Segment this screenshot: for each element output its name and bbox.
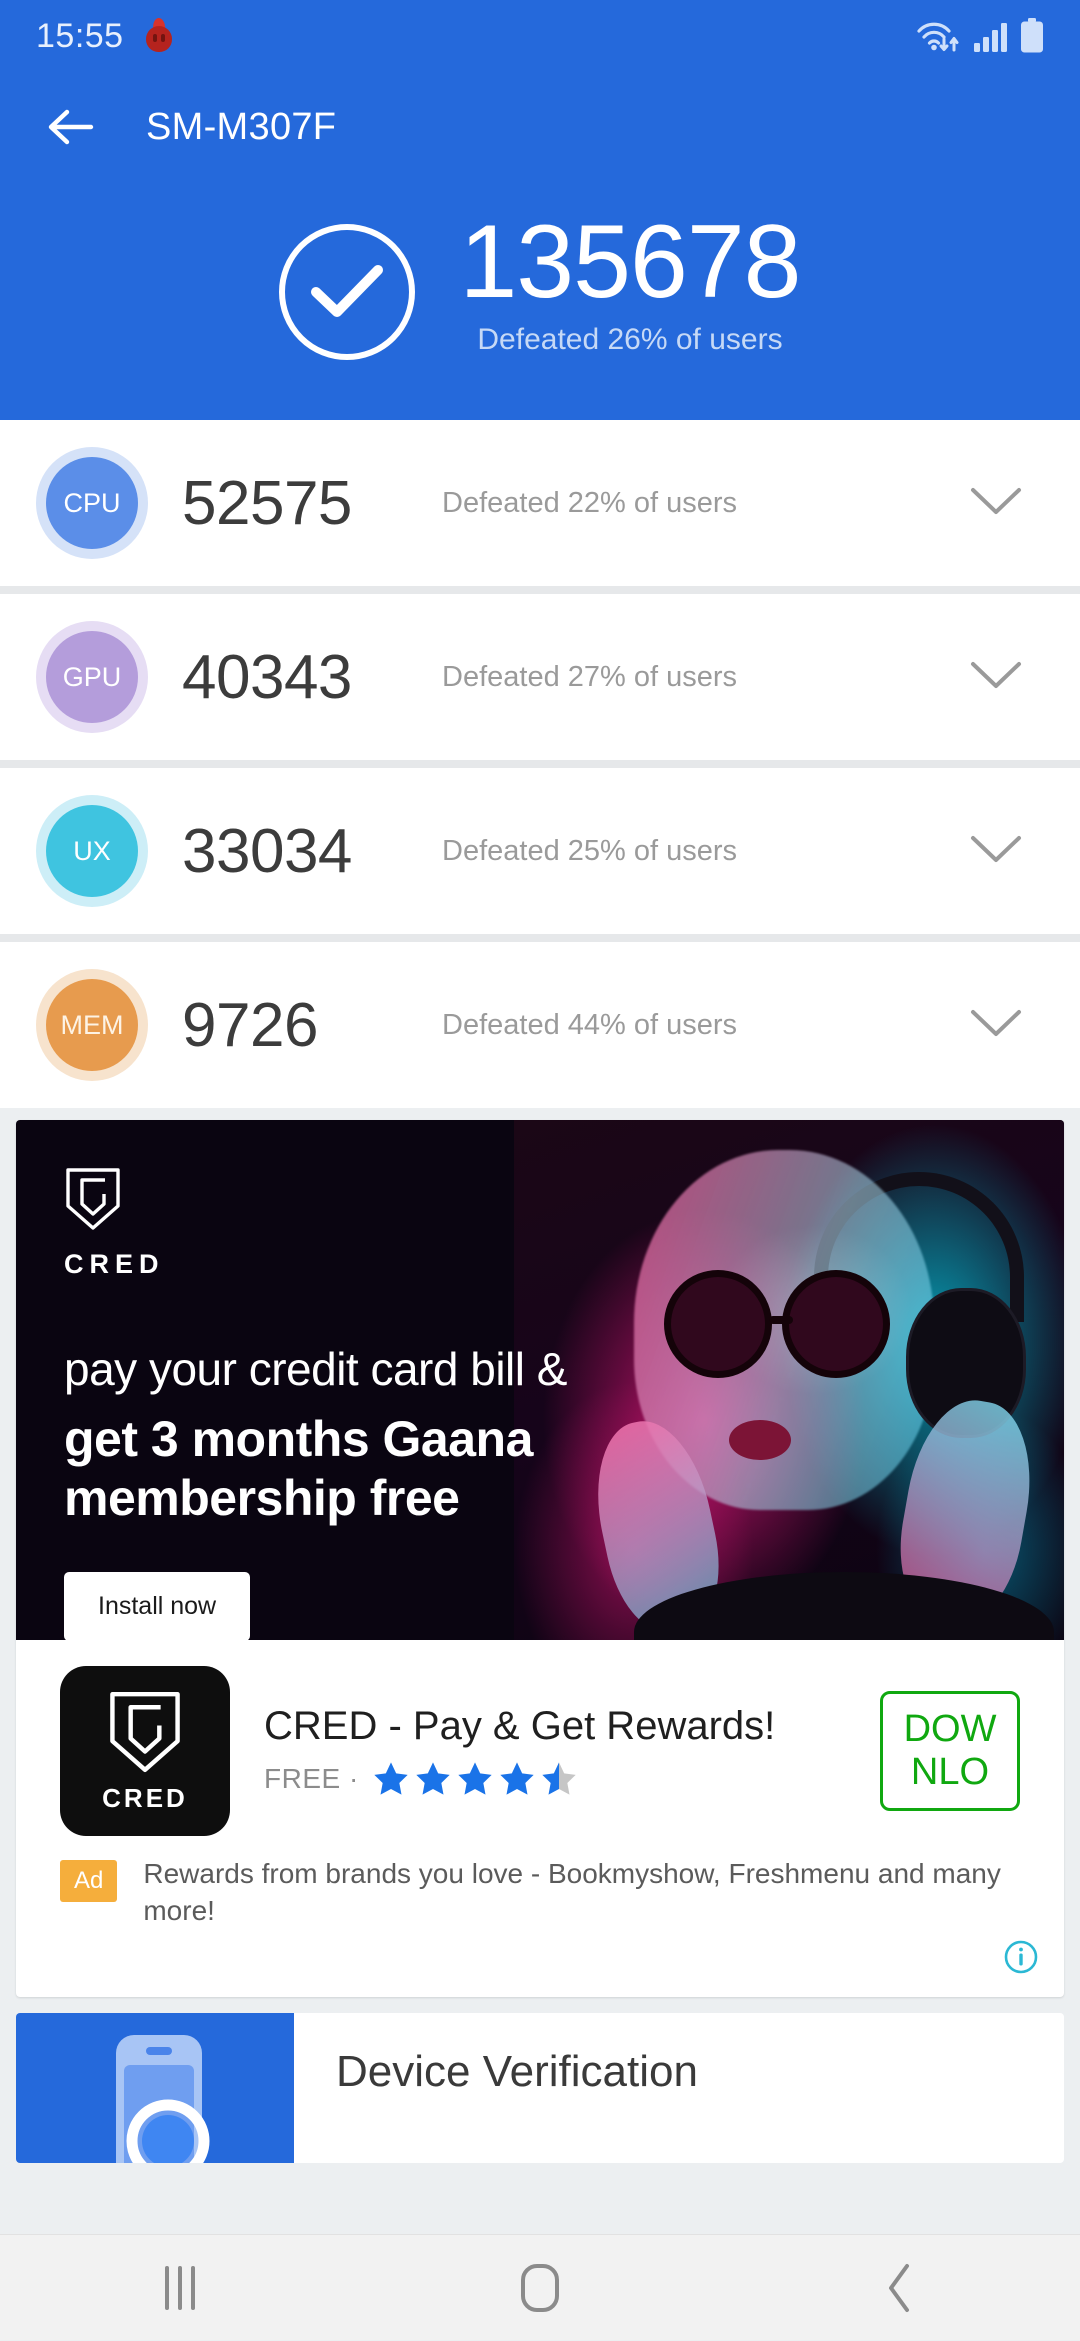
ad-headline-light: pay your credit card bill &	[64, 1343, 567, 1395]
score-value: 33034	[182, 816, 352, 886]
recents-icon[interactable]	[120, 2235, 240, 2341]
score-chip-ux: UX	[46, 805, 138, 897]
chevron-down-icon[interactable]	[968, 831, 1034, 872]
download-button[interactable]: DOW NLO	[880, 1691, 1020, 1811]
back-chevron-icon[interactable]	[840, 2235, 960, 2341]
device-verification-title: Device Verification	[336, 2046, 698, 2096]
total-score-subtitle: Defeated 26% of users	[477, 323, 783, 357]
score-row-ux[interactable]: UX 33034 Defeated 25% of users	[0, 768, 1080, 934]
cred-shield-icon	[64, 1168, 122, 1236]
score-chip-gpu: GPU	[46, 631, 138, 723]
status-bar-icons	[916, 18, 1044, 54]
ad-disclosure: Ad Rewards from brands you love - Bookmy…	[16, 1850, 1064, 1930]
status-bar: 15:55	[0, 0, 1080, 72]
wifi-transfer-icon	[916, 18, 962, 54]
score-value: 52575	[182, 468, 352, 538]
chevron-down-icon[interactable]	[968, 483, 1034, 524]
ad-app-row[interactable]: CRED CRED - Pay & Get Rewards! FREE · DO…	[16, 1640, 1064, 1850]
system-nav-bar	[0, 2234, 1080, 2340]
score-subtitle: Defeated 44% of users	[442, 1008, 738, 1041]
ad-headline-bold-line1: get 3 months Gaana	[64, 1411, 533, 1467]
star-icon	[458, 1761, 492, 1795]
ad-disclosure-text: Rewards from brands you love - Bookmysho…	[143, 1858, 1001, 1926]
star-icon	[416, 1761, 450, 1795]
ad-app-price: FREE ·	[264, 1762, 359, 1794]
battery-full-icon	[1020, 18, 1044, 54]
ad-headline-bold-line2: membership free	[64, 1470, 460, 1526]
score-row-mem[interactable]: MEM 9726 Defeated 44% of users	[0, 942, 1080, 1108]
fire-bulb-icon	[144, 17, 174, 52]
chevron-down-icon[interactable]	[968, 1005, 1034, 1046]
ad-app-title: CRED - Pay & Get Rewards!	[264, 1703, 776, 1748]
info-circle-icon[interactable]	[1004, 1940, 1038, 1979]
ad-banner[interactable]: CRED pay your credit card bill & get 3 m…	[16, 1120, 1064, 1640]
device-verification-card[interactable]: Device Verification	[16, 2012, 1064, 2163]
cred-app-icon: CRED	[60, 1666, 230, 1836]
star-icon	[500, 1761, 534, 1795]
score-value: 9726	[182, 990, 318, 1060]
install-now-button[interactable]: Install now	[64, 1572, 251, 1640]
total-score-section: 135678 Defeated 26% of users	[0, 182, 1080, 420]
page-title: SM-M307F	[146, 105, 337, 148]
advertisement-card[interactable]: CRED pay your credit card bill & get 3 m…	[16, 1120, 1064, 1997]
cred-wordmark: CRED	[64, 1249, 165, 1279]
score-subtitle: Defeated 22% of users	[442, 486, 738, 519]
score-subtitle: Defeated 25% of users	[442, 834, 738, 867]
check-circle-icon	[279, 224, 416, 360]
score-row-gpu[interactable]: GPU 40343 Defeated 27% of users	[0, 594, 1080, 760]
home-icon[interactable]	[480, 2235, 600, 2341]
score-value: 40343	[182, 642, 352, 712]
score-row-cpu[interactable]: CPU 52575 Defeated 22% of users	[0, 420, 1080, 586]
app-bar: SM-M307F	[0, 72, 1080, 182]
score-list: CPU 52575 Defeated 22% of users GPU 40343 Def…	[0, 420, 1080, 1108]
star-icon	[374, 1761, 408, 1795]
star-rating	[371, 1759, 579, 1799]
chevron-down-icon[interactable]	[968, 657, 1034, 698]
ad-badge: Ad	[60, 1860, 118, 1902]
app-icon-label: CRED	[102, 1782, 188, 1813]
status-bar-clock: 15:55	[36, 16, 124, 55]
arrow-left-icon[interactable]	[42, 99, 98, 155]
star-icon	[542, 1761, 576, 1795]
total-score-value: 135678	[459, 204, 801, 320]
phone-search-icon	[16, 2012, 294, 2163]
score-chip-cpu: CPU	[46, 457, 138, 549]
score-subtitle: Defeated 27% of users	[442, 660, 738, 693]
score-chip-mem: MEM	[46, 979, 138, 1071]
cellular-signal-icon	[974, 20, 1008, 52]
